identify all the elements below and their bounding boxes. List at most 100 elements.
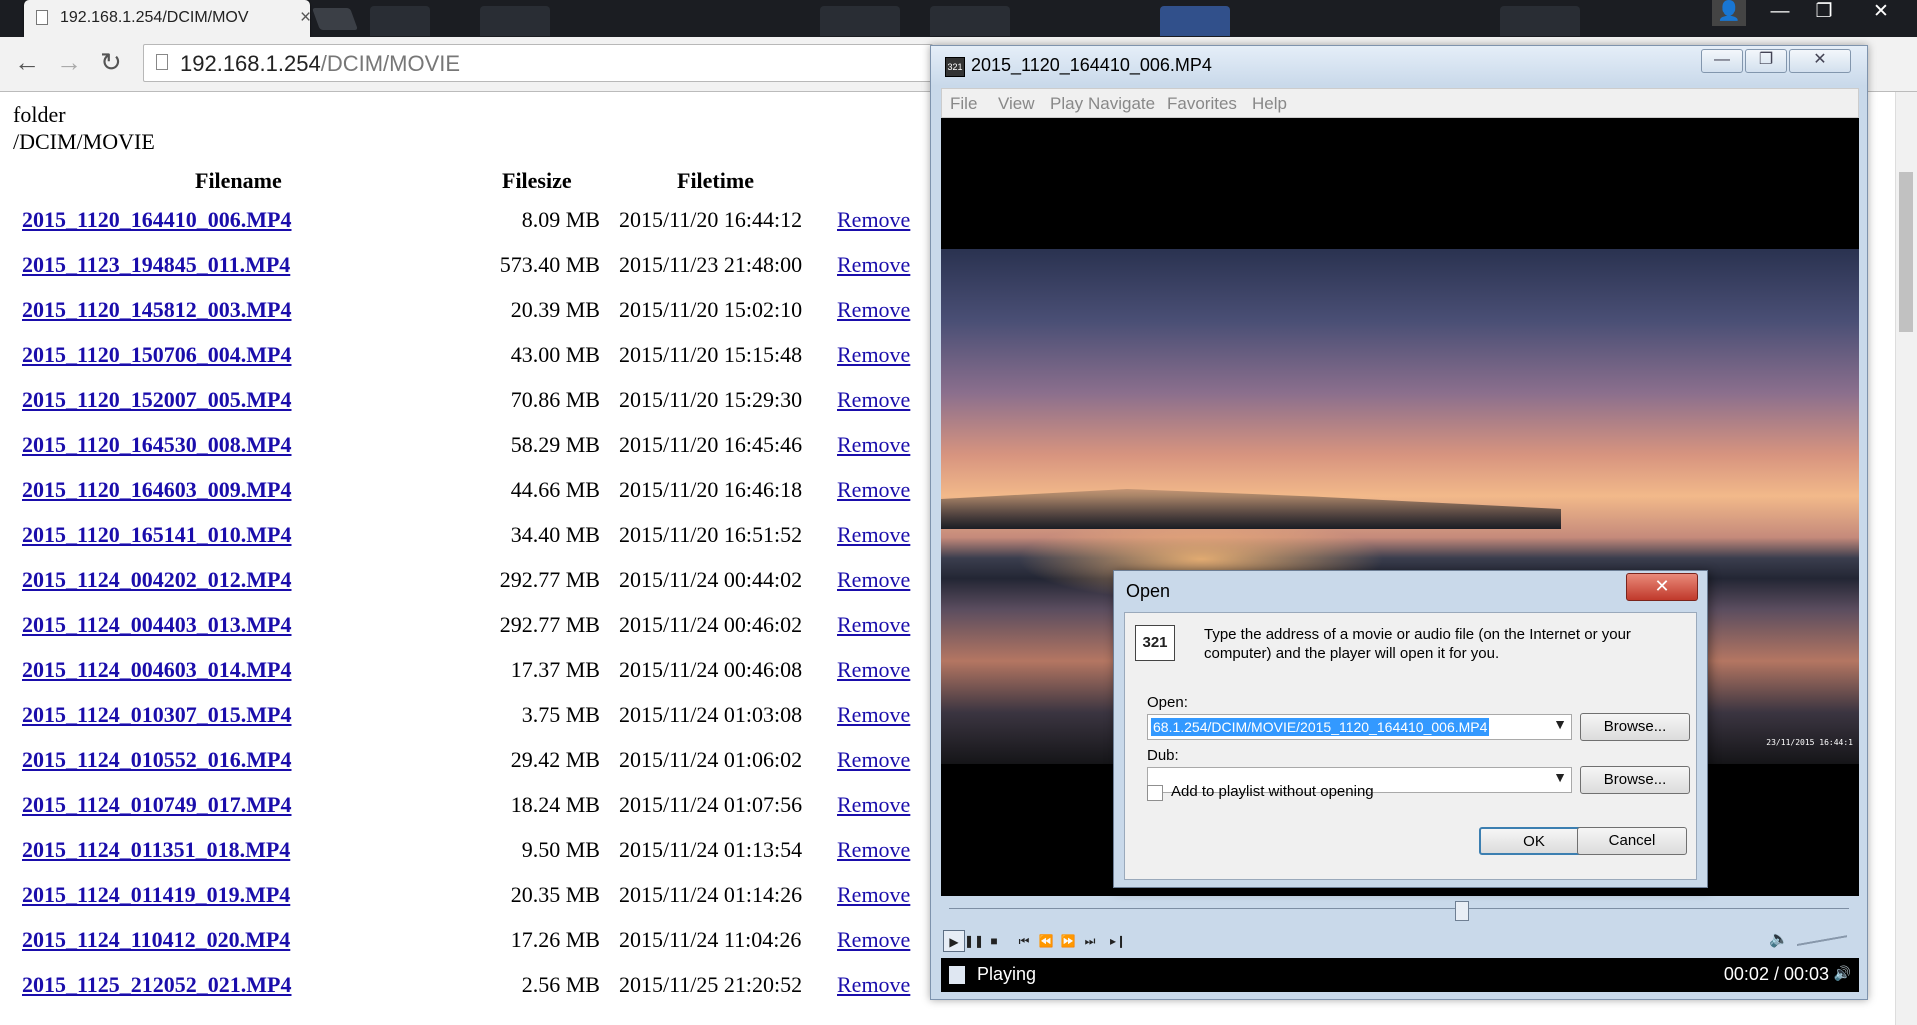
window-close-button[interactable]: ✕ [1856,0,1906,26]
file-link[interactable]: 2015_1120_150706_004.MP4 [22,342,292,368]
address-bar-url[interactable]: 192.168.1.254/DCIM/MOVIE [180,51,460,77]
file-link[interactable]: 2015_1120_145812_003.MP4 [22,297,292,323]
menu-navigate[interactable]: Navigate [1088,94,1155,114]
file-time: 2015/11/20 16:45:46 [619,432,803,457]
file-link[interactable]: 2015_1124_010749_017.MP4 [22,792,292,818]
chevron-down-icon[interactable]: ▼ [1553,769,1567,785]
user-profile-icon[interactable]: 👤 [1712,0,1746,26]
file-link[interactable]: 2015_1124_110412_020.MP4 [22,927,290,953]
page-scrollbar[interactable] [1895,92,1917,1025]
remove-link[interactable]: Remove [837,612,910,638]
file-link[interactable]: 2015_1120_164603_009.MP4 [22,477,292,503]
remove-link[interactable]: Remove [837,837,910,863]
file-link[interactable]: 2015_1120_165141_010.MP4 [22,522,292,548]
taskbar-ghost [820,6,900,36]
remove-link[interactable]: Remove [837,702,910,728]
remove-link[interactable]: Remove [837,342,910,368]
cancel-button[interactable]: Cancel [1577,827,1687,855]
menu-file[interactable]: File [950,94,977,114]
open-address-combobox[interactable]: 68.1.254/DCIM/MOVIE/2015_1120_164410_006… [1147,714,1572,740]
file-time: 2015/11/24 00:44:02 [619,567,803,592]
remove-link[interactable]: Remove [837,387,910,413]
seek-bar[interactable] [949,901,1849,921]
back-arrow-icon[interactable]: ← [14,49,40,75]
volume-slider[interactable] [1797,928,1847,948]
remove-link[interactable]: Remove [837,747,910,773]
menu-play[interactable]: Play [1050,94,1083,114]
menu-help[interactable]: Help [1252,94,1287,114]
file-time: 2015/11/20 15:29:30 [619,387,803,412]
fast-forward-icon[interactable]: ⏩ [1057,930,1079,952]
reload-icon[interactable]: ↻ [100,49,122,75]
player-close-button[interactable]: ✕ [1789,49,1851,73]
dub-label: Dub: [1147,747,1179,764]
menu-view[interactable]: View [998,94,1035,114]
remove-link[interactable]: Remove [837,657,910,683]
file-size: 8.09 MB [521,207,600,232]
file-time: 2015/11/23 21:48:00 [619,252,803,277]
remove-link[interactable]: Remove [837,882,910,908]
file-link[interactable]: 2015_1124_010552_016.MP4 [22,747,292,773]
taskbar-ghost [1160,6,1230,36]
open-browse-button[interactable]: Browse... [1580,713,1690,741]
address-bar[interactable]: 192.168.1.254/DCIM/MOVIE [143,44,933,82]
chevron-down-icon[interactable]: ▼ [1553,716,1567,732]
file-link[interactable]: 2015_1124_010307_015.MP4 [22,702,292,728]
table-row: 2015_1120_164530_008.MP4 58.29 MB 2015/11/… [0,432,930,477]
forward-arrow-icon[interactable]: → [56,49,82,75]
rewind-icon[interactable]: ⏪ [1035,930,1057,952]
file-link[interactable]: 2015_1124_004403_013.MP4 [22,612,292,638]
file-link[interactable]: 2015_1124_004603_014.MP4 [22,657,292,683]
add-to-playlist-checkbox[interactable] [1147,785,1163,801]
file-link[interactable]: 2015_1120_152007_005.MP4 [22,387,292,413]
browser-tab-active[interactable]: 192.168.1.254/DCIM/MOV × [24,0,311,37]
file-link[interactable]: 2015_1124_011351_018.MP4 [22,837,290,863]
window-minimize-button[interactable]: — [1760,0,1800,26]
player-titlebar[interactable]: 321 2015_1120_164410_006.MP4 — ❐ ✕ [931,46,1867,86]
ok-button[interactable]: OK [1479,827,1589,855]
window-maximize-button[interactable]: ❐ [1804,0,1844,26]
file-link[interactable]: 2015_1120_164530_008.MP4 [22,432,292,458]
seek-thumb[interactable] [1455,901,1469,921]
video-timestamp-overlay: 23/11/2015 16:44:1 [1766,738,1853,747]
page-icon [156,54,168,70]
new-tab-button[interactable] [311,8,359,30]
speaker-icon[interactable]: 🔈 [1769,929,1789,949]
remove-link[interactable]: Remove [837,432,910,458]
remove-link[interactable]: Remove [837,567,910,593]
player-maximize-button[interactable]: ❐ [1745,49,1787,73]
remove-link[interactable]: Remove [837,972,910,998]
player-controls: ▶ ❚❚ ■ ⏮ ⏪ ⏩ ⏭ ▸❙ 🔈 [941,924,1859,960]
remove-link[interactable]: Remove [837,522,910,548]
add-to-playlist-label[interactable]: Add to playlist without opening [1171,783,1374,800]
pause-icon[interactable]: ❚❚ [963,930,985,952]
mute-speaker-icon[interactable]: 🔊 [1834,965,1851,982]
file-link[interactable]: 2015_1124_004202_012.MP4 [22,567,292,593]
mpc-logo-icon: 321 [1135,625,1175,661]
menu-favorites[interactable]: Favorites [1167,94,1237,114]
scrollbar-thumb[interactable] [1899,172,1913,332]
table-row: 2015_1124_004202_012.MP4 292.77 MB 2015/11… [0,567,930,612]
dialog-close-button[interactable]: ✕ [1626,573,1698,601]
player-minimize-button[interactable]: — [1701,49,1743,73]
remove-link[interactable]: Remove [837,207,910,233]
remove-link[interactable]: Remove [837,297,910,323]
remove-link[interactable]: Remove [837,927,910,953]
file-link[interactable]: 2015_1125_212052_021.MP4 [22,972,292,998]
next-icon[interactable]: ⏭ [1079,930,1101,952]
dub-browse-button[interactable]: Browse... [1580,766,1690,794]
file-link[interactable]: 2015_1123_194845_011.MP4 [22,252,290,278]
play-icon[interactable]: ▶ [943,930,965,952]
file-link[interactable]: 2015_1120_164410_006.MP4 [22,207,292,233]
file-size: 43.00 MB [510,342,600,367]
tab-close-icon[interactable]: × [300,7,311,29]
url-host: 192.168.1.254 [180,51,321,76]
open-address-value[interactable]: 68.1.254/DCIM/MOVIE/2015_1120_164410_006… [1151,718,1490,736]
remove-link[interactable]: Remove [837,477,910,503]
remove-link[interactable]: Remove [837,792,910,818]
frame-step-icon[interactable]: ▸❙ [1107,930,1129,952]
stop-icon[interactable]: ■ [983,930,1005,952]
previous-icon[interactable]: ⏮ [1013,930,1035,952]
remove-link[interactable]: Remove [837,252,910,278]
file-link[interactable]: 2015_1124_011419_019.MP4 [22,882,290,908]
